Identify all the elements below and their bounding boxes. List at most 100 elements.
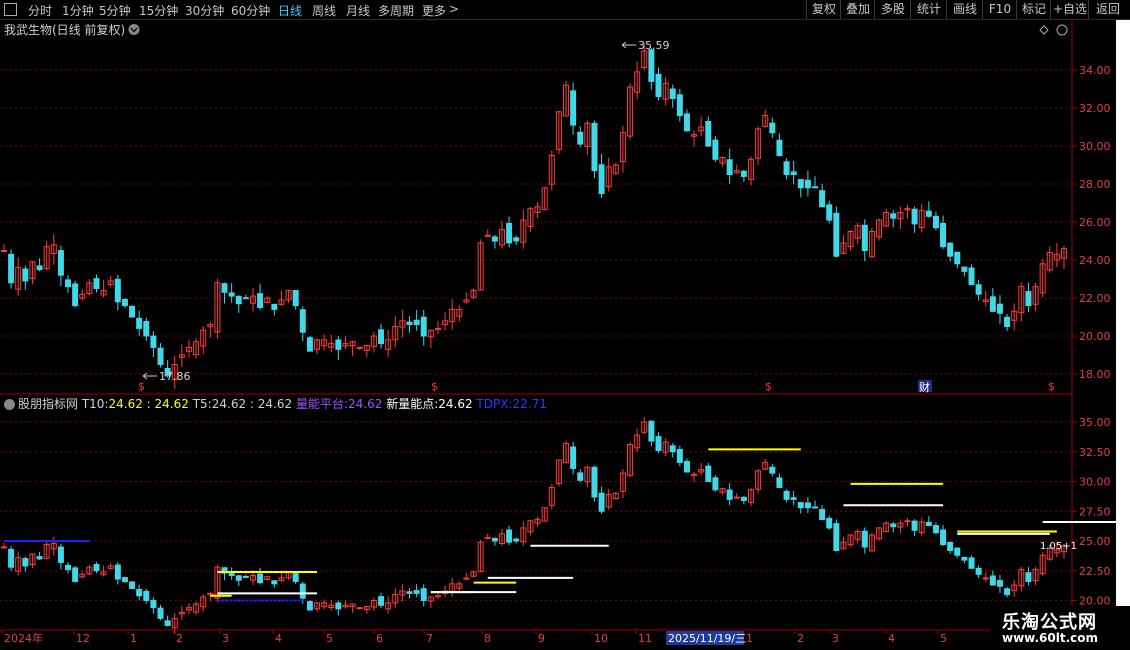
- tab-15min[interactable]: 15分钟: [139, 2, 178, 19]
- candle-body: [136, 588, 143, 597]
- candle-body: [940, 529, 947, 546]
- candle-body: [669, 88, 676, 100]
- candle-body: [826, 204, 833, 221]
- candle-body: [954, 547, 961, 556]
- candle-body: [299, 309, 306, 333]
- candle-body: [513, 538, 520, 542]
- diamond-icon[interactable]: [1039, 25, 1049, 35]
- tab-more[interactable]: 更多: [422, 2, 446, 19]
- back-button[interactable]: 返回: [1088, 0, 1127, 19]
- candle-body: [228, 292, 235, 297]
- tab-1min[interactable]: 1分钟: [62, 2, 94, 19]
- more-chevron-icon[interactable]: >: [449, 2, 459, 16]
- candle-body: [143, 590, 150, 601]
- candle-body: [8, 548, 15, 568]
- dividend-marker[interactable]: $: [431, 380, 438, 393]
- candle-body: [861, 224, 868, 252]
- candle-body: [804, 179, 811, 189]
- title-dropdown-icon[interactable]: [128, 24, 140, 35]
- max-price-label: 35.59: [621, 39, 670, 52]
- candle-body: [335, 602, 342, 610]
- kline-chart[interactable]: 我武生物(日线 前复权) 34.0032.0030.0028.0026.0024…: [0, 20, 1116, 650]
- dividend-marker[interactable]: $: [1048, 380, 1055, 393]
- price-tick-label: 26.00: [1079, 216, 1111, 229]
- candle-body: [890, 523, 897, 528]
- candle-body: [783, 490, 790, 500]
- fuquan-button[interactable]: 复权: [806, 0, 841, 19]
- time-label: 1: [746, 632, 753, 645]
- main-candles: [1, 42, 1067, 390]
- tab-multi-period[interactable]: 多周期: [378, 2, 414, 19]
- f10-button[interactable]: F10: [982, 0, 1017, 19]
- candle-body: [22, 268, 29, 282]
- dividend-marker[interactable]: $: [765, 380, 772, 393]
- indicator-header: 股朋指标网 T10:24.62 : 24.62 T5:24.62 : 24.62…: [0, 395, 547, 411]
- candle-body: [306, 337, 313, 352]
- tab-30min[interactable]: 30分钟: [185, 2, 224, 19]
- tab-60min[interactable]: 60分钟: [231, 2, 270, 19]
- dividend-marker[interactable]: $: [138, 380, 145, 393]
- tab-daily[interactable]: 日线: [278, 2, 302, 19]
- time-label: 6: [376, 632, 383, 645]
- tab-5min[interactable]: 5分钟: [99, 2, 131, 19]
- candle-body: [406, 591, 413, 594]
- candle-body: [648, 49, 655, 82]
- candle-body: [406, 321, 413, 326]
- top-toolbar: 分时 1分钟 5分钟 15分钟 30分钟 60分钟 日线 周线 月线 多周期 更…: [0, 0, 1130, 20]
- candle-body: [954, 251, 961, 265]
- candle-body: [292, 290, 299, 307]
- multi-stock-button[interactable]: 多股: [874, 0, 911, 19]
- candle-body: [783, 161, 790, 176]
- platform-label: 量能平台:: [295, 397, 348, 411]
- menu-square-icon[interactable]: [4, 3, 17, 16]
- watermark-url: www.60lt.com: [1002, 631, 1099, 645]
- finance-marker[interactable]: 财: [919, 380, 930, 394]
- candle-body: [925, 521, 932, 527]
- candle-body: [257, 573, 264, 584]
- expand-circle-icon[interactable]: [1056, 24, 1068, 36]
- newpoint-label: 新量能点:: [386, 397, 439, 411]
- tab-weekly[interactable]: 周线: [312, 2, 336, 19]
- candle-body: [826, 517, 833, 529]
- candle-body: [570, 446, 577, 469]
- candle-body: [705, 465, 712, 482]
- indicator-dropdown-icon[interactable]: [4, 399, 15, 410]
- t5-value: 24.62 : 24.62: [211, 397, 293, 411]
- candle-body: [968, 557, 975, 569]
- candle-body: [129, 581, 136, 590]
- stats-button[interactable]: 统计: [910, 0, 947, 19]
- date-cursor-label: 2025/11/19/三: [668, 632, 746, 645]
- price-tick-label: 22.50: [1079, 565, 1111, 578]
- overlay-button[interactable]: 叠加: [840, 0, 875, 19]
- draw-line-button[interactable]: 画线: [946, 0, 983, 19]
- candle-body: [989, 296, 996, 312]
- time-label: 11: [638, 632, 652, 645]
- candle-body: [655, 73, 662, 98]
- tab-fenshi[interactable]: 分时: [28, 2, 52, 19]
- indicator-name[interactable]: 股朋指标网: [18, 397, 78, 411]
- mark-button[interactable]: 标记: [1016, 0, 1051, 19]
- add-watchlist-button[interactable]: +自选: [1050, 0, 1089, 19]
- candle-body: [961, 266, 968, 272]
- candle-body: [242, 575, 249, 578]
- right-scrollbar[interactable]: [1116, 20, 1130, 628]
- tdpx-label: TDPX:: [476, 397, 513, 411]
- time-label: 2: [176, 632, 183, 645]
- candle-body: [911, 208, 918, 225]
- candle-body: [57, 250, 64, 276]
- candle-body: [804, 502, 811, 509]
- time-axis: 2024年 12 1 2 3 4 5 6 7 8 9 10 11 1 2 3 4 5: [1, 630, 947, 645]
- tab-monthly[interactable]: 月线: [346, 2, 370, 19]
- time-label: 3: [832, 632, 839, 645]
- watermark: 乐淘公式网 www.60lt.com: [990, 606, 1130, 650]
- platform-value: 24.62: [348, 397, 383, 411]
- candle-body: [72, 283, 79, 307]
- candle-body: [1, 250, 7, 252]
- candle-body: [484, 234, 491, 237]
- time-label: 9: [538, 632, 545, 645]
- candle-body: [904, 520, 911, 523]
- candle-body: [136, 317, 143, 329]
- candle-body: [1004, 316, 1011, 327]
- stock-title: 我武生物(日线 前复权): [4, 22, 125, 37]
- candle-body: [819, 190, 826, 208]
